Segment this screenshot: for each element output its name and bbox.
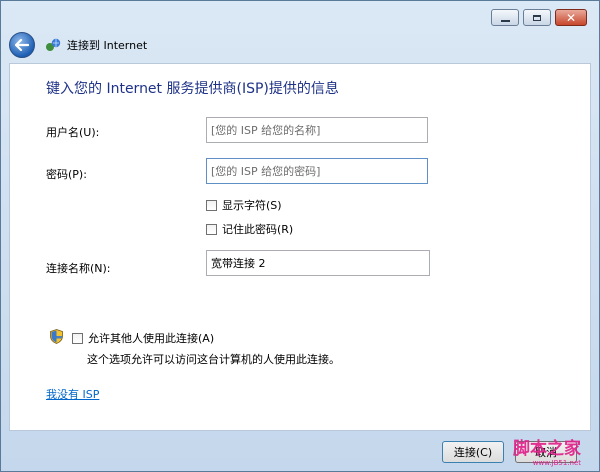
connection-name-label: 连接名称(N): — [46, 262, 111, 275]
username-input[interactable] — [206, 117, 428, 143]
site-watermark: 脚本之家 www.JB51.net — [513, 441, 581, 467]
wizard-header: 连接到 Internet — [9, 29, 591, 61]
minimize-button[interactable] — [491, 9, 519, 26]
window-title: 连接到 Internet — [67, 39, 148, 52]
back-arrow-icon — [15, 39, 29, 51]
remember-password-label: 记住此密码(R) — [222, 223, 294, 236]
minimize-icon — [500, 19, 510, 22]
maximize-icon — [533, 14, 541, 21]
page-heading: 键入您的 Internet 服务提供商(ISP)提供的信息 — [46, 81, 339, 97]
watermark-main: 脚本之家 — [513, 439, 581, 459]
remember-password-checkbox[interactable]: 记住此密码(R) — [206, 221, 293, 237]
maximize-button[interactable] — [523, 9, 551, 26]
caption-buttons: ✕ — [487, 9, 587, 26]
allow-others-checkbox[interactable]: 允许其他人使用此连接(A) — [72, 330, 214, 346]
watermark-url: www.JB51.net — [532, 459, 581, 467]
close-icon: ✕ — [565, 10, 577, 25]
allow-others-label: 允许其他人使用此连接(A) — [88, 332, 215, 345]
show-chars-label: 显示字符(S) — [222, 199, 282, 212]
close-button[interactable]: ✕ — [555, 9, 587, 26]
connection-name-input[interactable] — [206, 250, 430, 276]
password-input[interactable] — [206, 158, 428, 184]
uac-shield-icon — [50, 329, 63, 344]
username-label: 用户名(U): — [46, 126, 100, 139]
no-isp-link[interactable]: 我没有 ISP — [46, 386, 99, 402]
show-chars-checkbox[interactable]: 显示字符(S) — [206, 197, 282, 213]
wizard-content: 键入您的 Internet 服务提供商(ISP)提供的信息 用户名(U): 密码… — [9, 63, 591, 431]
checkbox-box[interactable] — [72, 332, 83, 344]
network-globe-icon — [46, 38, 61, 51]
connect-internet-window: ✕ 连接到 Internet 键入您的 Internet 服务提供商(ISP)提… — [0, 0, 600, 472]
allow-others-hint: 这个选项允许可以访问这台计算机的人使用此连接。 — [87, 353, 340, 366]
password-label: 密码(P): — [46, 168, 87, 181]
checkbox-box[interactable] — [206, 223, 217, 235]
checkbox-box[interactable] — [206, 199, 217, 211]
connect-button[interactable]: 连接(C) — [442, 441, 504, 463]
back-button[interactable] — [9, 32, 35, 58]
